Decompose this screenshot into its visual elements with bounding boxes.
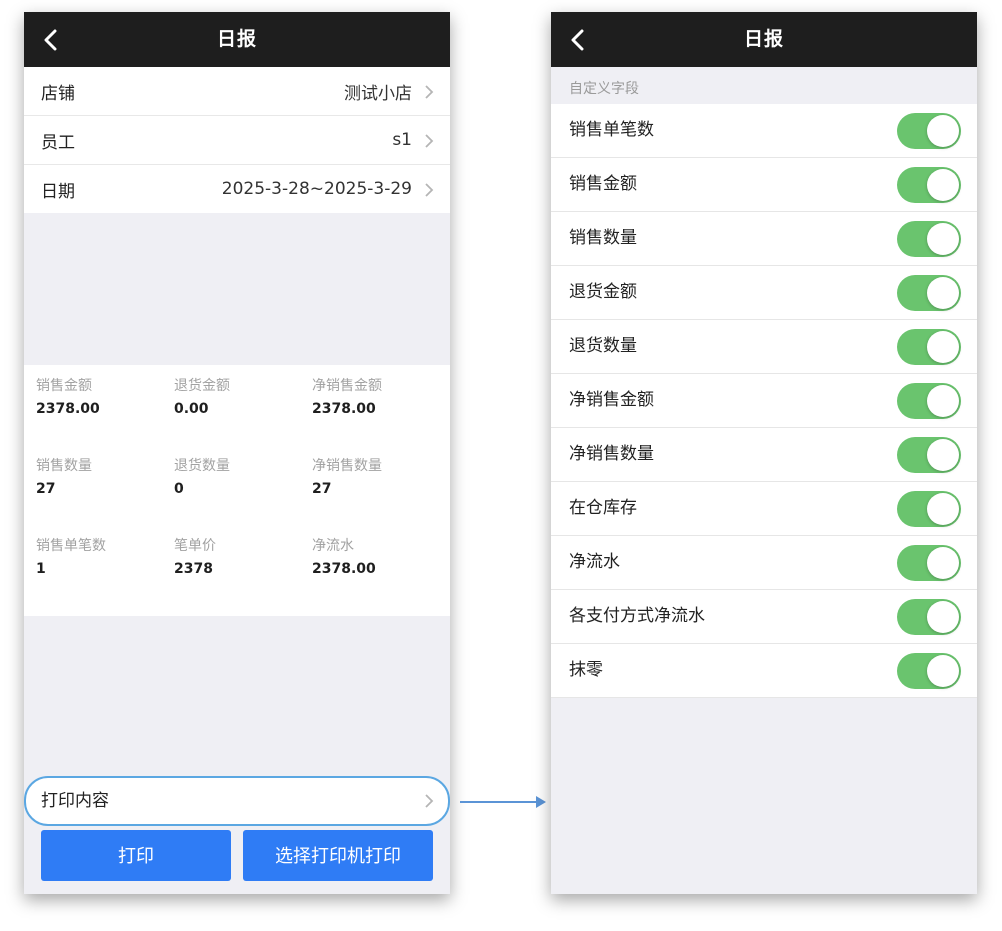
employee-value: s1 [392,130,412,150]
section-header: 自定义字段 [569,81,639,97]
switch-knob [927,115,959,147]
stats-panel: 销售金额 2378.00 退货金额 0.00 净销售金额 2378.00 销售数… [24,365,450,616]
toggle-switch[interactable] [897,221,961,257]
toggle-switch[interactable] [897,167,961,203]
stat-label: 笔单价 [174,538,216,554]
toggle-row: 各支付方式净流水 [551,590,977,644]
stat-value: 0 [174,481,184,497]
switch-knob [927,547,959,579]
toggle-row: 销售数量 [551,212,977,266]
toggle-label: 在仓库存 [569,498,637,518]
stat-net-cashflow: 净流水 2378.00 [312,537,442,578]
switch-knob [927,277,959,309]
stat-value: 27 [312,481,332,497]
stat-value: 2378.00 [312,401,376,417]
chevron-right-icon [425,794,434,808]
filter-list: 店铺 测试小店 员工 s1 日期 2025-3-28~2025-3-29 [24,67,450,213]
print-content-row[interactable]: 打印内容 [24,776,450,826]
toggle-switch[interactable] [897,275,961,311]
page-title: 日报 [743,28,784,50]
stat-avg-order-price: 笔单价 2378 [174,537,304,578]
chevron-right-icon [425,134,434,148]
toggle-switch[interactable] [897,113,961,149]
stat-label: 净销售金额 [312,378,382,394]
toggle-row: 退货数量 [551,320,977,374]
stat-return-amount: 退货金额 0.00 [174,377,304,418]
date-value: 2025-3-28~2025-3-29 [221,179,412,199]
stat-order-count: 销售单笔数 1 [36,537,166,578]
date-row[interactable]: 日期 2025-3-28~2025-3-29 [24,165,450,213]
toggle-label: 退货金额 [569,282,637,302]
toggle-label: 退货数量 [569,336,637,356]
page-title: 日报 [216,28,257,50]
employee-row[interactable]: 员工 s1 [24,116,450,165]
stat-label: 销售金额 [36,378,92,394]
toggle-row: 销售金额 [551,158,977,212]
store-row[interactable]: 店铺 测试小店 [24,67,450,116]
stat-label: 退货数量 [174,458,230,474]
stat-value: 2378.00 [312,561,376,577]
print-content-label: 打印内容 [41,791,109,811]
stat-label: 退货金额 [174,378,230,394]
toggle-label: 净流水 [569,552,620,572]
switch-knob [927,169,959,201]
toggle-label: 各支付方式净流水 [569,606,705,626]
toggle-switch[interactable] [897,653,961,689]
switch-knob [927,385,959,417]
date-label: 日期 [41,181,75,202]
toggle-switch[interactable] [897,491,961,527]
stat-value: 1 [36,561,46,577]
toggle-row: 净销售金额 [551,374,977,428]
chevron-right-icon [425,85,434,99]
print-button[interactable]: 打印 [41,830,231,881]
stat-label: 净销售数量 [312,458,382,474]
switch-knob [927,601,959,633]
toggle-switch[interactable] [897,383,961,419]
toggle-label: 抹零 [569,660,603,680]
toggle-row: 在仓库存 [551,482,977,536]
toggle-switch[interactable] [897,545,961,581]
switch-knob [927,439,959,471]
toggle-label: 销售单笔数 [569,120,654,140]
stat-net-sales-amount: 净销售金额 2378.00 [312,377,442,418]
employee-label: 员工 [41,132,75,153]
custom-fields-screen: 日报 自定义字段 销售单笔数 销售金额 销售数量 退货金额 退货数量 净销售金额 [551,12,977,894]
toggle-row: 销售单笔数 [551,104,977,158]
chevron-right-icon [425,183,434,197]
toggle-switch[interactable] [897,599,961,635]
toggle-label: 销售数量 [569,228,637,248]
stat-label: 销售数量 [36,458,92,474]
stat-value: 27 [36,481,56,497]
switch-knob [927,493,959,525]
stat-value: 2378.00 [36,401,100,417]
stat-label: 净流水 [312,538,354,554]
toggle-switch[interactable] [897,437,961,473]
stat-label: 销售单笔数 [36,538,106,554]
select-printer-button[interactable]: 选择打印机打印 [243,830,433,881]
switch-knob [927,655,959,687]
navbar: 日报 [551,12,977,67]
stat-sales-amount: 销售金额 2378.00 [36,377,166,418]
stat-net-sales-qty: 净销售数量 27 [312,457,442,498]
toggle-row: 净销售数量 [551,428,977,482]
stat-sales-qty: 销售数量 27 [36,457,166,498]
toggle-row: 抹零 [551,644,977,698]
stat-value: 0.00 [174,401,209,417]
stat-value: 2378 [174,561,213,577]
navbar: 日报 [24,12,450,67]
daily-report-screen: 日报 店铺 测试小店 员工 s1 日期 2025-3-28~2025-3-29 … [24,12,450,894]
toggle-switch[interactable] [897,329,961,365]
store-label: 店铺 [41,83,75,104]
arrow-right-icon [460,796,546,808]
toggle-row: 退货金额 [551,266,977,320]
toggle-label: 净销售金额 [569,390,654,410]
custom-field-list: 销售单笔数 销售金额 销售数量 退货金额 退货数量 净销售金额 净销售数量 在仓… [551,104,977,698]
switch-knob [927,331,959,363]
toggle-label: 销售金额 [569,174,637,194]
toggle-label: 净销售数量 [569,444,654,464]
switch-knob [927,223,959,255]
toggle-row: 净流水 [551,536,977,590]
stat-return-qty: 退货数量 0 [174,457,304,498]
store-value: 测试小店 [344,83,412,104]
